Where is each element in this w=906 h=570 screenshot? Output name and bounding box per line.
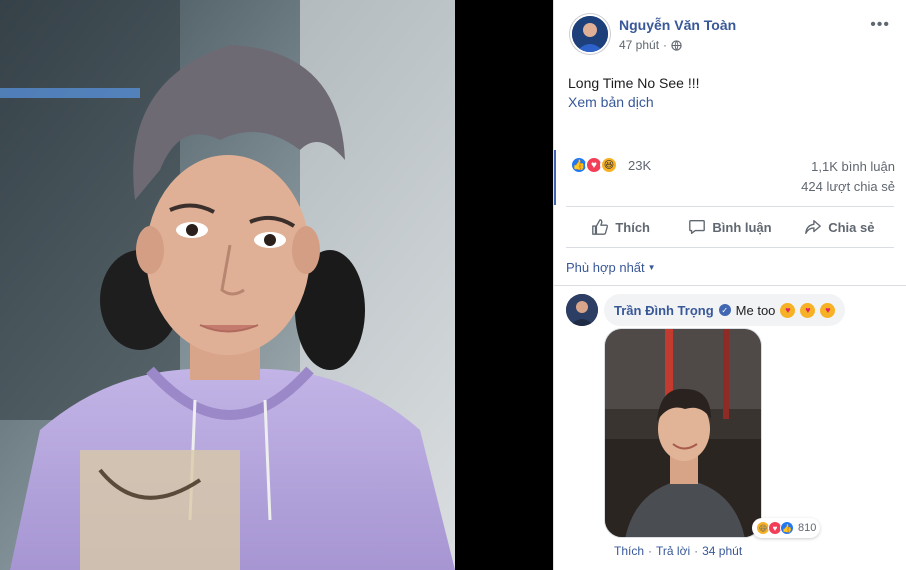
like-label: Thích	[615, 219, 650, 235]
like-reaction-icon: 👍	[780, 521, 794, 535]
comment-like-link[interactable]: Thích	[614, 544, 644, 558]
comment-reactions[interactable]: 😆 ♥ 👍 810	[752, 518, 821, 538]
comment-reply-link[interactable]: Trả lời	[656, 544, 690, 558]
more-icon[interactable]: •••	[870, 16, 890, 34]
like-button[interactable]: Thích	[566, 218, 675, 236]
separator: ·	[694, 544, 699, 558]
haha-reaction-icon: 😆	[600, 156, 618, 174]
comment-icon	[689, 220, 706, 234]
share-button[interactable]: Chia sẻ	[785, 218, 894, 236]
author-name[interactable]: Nguyễn Văn Toàn	[619, 17, 736, 33]
comment-label: Bình luận	[712, 219, 772, 235]
comment-photo[interactable]	[604, 328, 762, 538]
sort-label: Phù hợp nhất	[566, 260, 645, 275]
comment-reaction-count: 810	[798, 522, 817, 534]
comment-actions: Thích · Trả lời · 34 phút	[614, 544, 742, 558]
photo-illustration	[0, 0, 455, 570]
sort-dropdown[interactable]: Phù hợp nhất ▼	[566, 260, 656, 275]
commenter-avatar[interactable]	[566, 294, 598, 326]
heart-eyes-emoji-icon: ♥	[820, 302, 836, 318]
heart-eyes-emoji-icon: ♥	[800, 302, 816, 318]
post-panel: Nguyễn Văn Toàn 47 phút · ••• Long Time …	[553, 0, 906, 570]
post-header: Nguyễn Văn Toàn 47 phút · •••	[568, 14, 896, 54]
share-count[interactable]: 424 lượt chia sẻ	[801, 179, 895, 194]
comment-bubble: Trần Đình Trọng ✓ Me too ♥ ♥ ♥	[604, 294, 846, 326]
share-label: Chia sẻ	[828, 219, 875, 235]
author-avatar[interactable]	[570, 14, 610, 54]
share-icon	[805, 220, 822, 234]
comment-time[interactable]: 34 phút	[702, 544, 742, 558]
caret-down-icon: ▼	[647, 263, 656, 272]
heart-eyes-emoji-icon: ♥	[780, 302, 796, 318]
globe-icon	[671, 39, 682, 51]
post-text: Long Time No See !!!	[568, 75, 700, 91]
post-meta: 47 phút ·	[619, 38, 682, 52]
divider	[554, 285, 906, 286]
separator: ·	[648, 544, 653, 558]
verified-icon: ✓	[718, 304, 731, 316]
viewer-backdrop	[455, 0, 553, 570]
post-photo[interactable]	[0, 0, 455, 570]
commenter-name[interactable]: Trần Đình Trọng	[614, 303, 714, 318]
comment-count[interactable]: 1,1K bình luận	[811, 159, 895, 174]
reaction-icons[interactable]: 👍 ♥ 😆	[570, 156, 618, 174]
post-time[interactable]: 47 phút	[619, 38, 659, 52]
comment-text: Me too	[735, 302, 776, 318]
translate-link[interactable]: Xem bản dịch	[568, 94, 654, 110]
reactions-summary: 👍 ♥ 😆 23K 1,1K bình luận 424 lượt chia s…	[554, 150, 906, 205]
comment-button[interactable]: Bình luận	[675, 218, 784, 236]
action-bar: Thích Bình luận Chia sẻ	[566, 206, 894, 248]
reaction-count[interactable]: 23K	[628, 158, 651, 173]
thumbs-up-icon	[592, 219, 609, 235]
